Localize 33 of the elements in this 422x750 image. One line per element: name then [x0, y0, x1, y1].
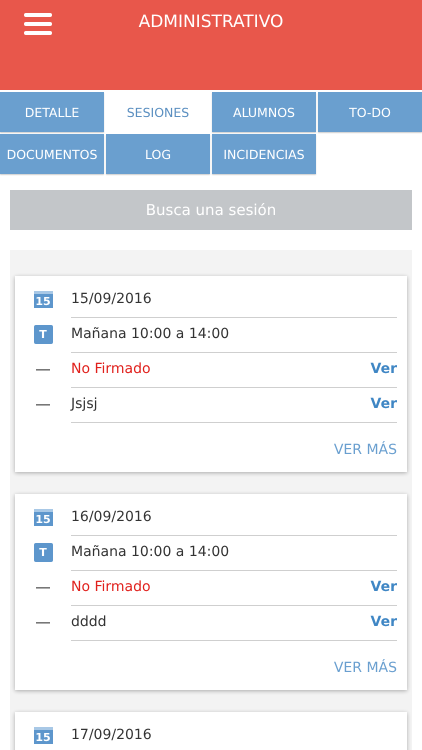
- see-more-link[interactable]: VER MÁS: [334, 660, 397, 676]
- session-time: Mañana 10:00 a 14:00: [71, 534, 397, 570]
- calendar-icon: 15: [34, 509, 52, 526]
- note-text: Jsjsj: [71, 396, 98, 412]
- time-icon: T: [34, 543, 52, 562]
- session-time: Mañana 10:00 a 14:00: [71, 316, 397, 352]
- view-link[interactable]: Ver: [370, 579, 397, 595]
- header-title: ADMINISTRATIVO: [138, 12, 284, 34]
- search-field[interactable]: Busca una sesión: [10, 190, 412, 230]
- tab[interactable]: LOG: [106, 134, 210, 174]
- menu-icon[interactable]: [24, 13, 52, 35]
- session-date: 15/09/2016: [71, 282, 397, 318]
- tab[interactable]: TO-DO: [318, 92, 422, 132]
- time-icon: T: [34, 325, 52, 344]
- view-link[interactable]: Ver: [370, 614, 397, 630]
- calendar-icon: 15: [34, 291, 52, 308]
- dash-icon: [36, 622, 50, 624]
- status-text: No Firmado: [71, 579, 151, 595]
- tab[interactable]: DETALLE: [0, 92, 104, 132]
- tab[interactable]: DOCUMENTOS: [0, 134, 104, 174]
- tab[interactable]: ALUMNOS: [212, 92, 316, 132]
- dash-icon: [36, 586, 50, 588]
- session-date: 17/09/2016: [71, 718, 397, 750]
- status-text: No Firmado: [71, 361, 151, 377]
- view-link[interactable]: Ver: [370, 361, 397, 377]
- note-text: dddd: [71, 614, 107, 630]
- dash-icon: [36, 368, 50, 370]
- dash-icon: [36, 404, 50, 406]
- calendar-icon: 15: [34, 727, 52, 744]
- view-link[interactable]: Ver: [370, 396, 397, 412]
- see-more-link[interactable]: VER MÁS: [334, 442, 397, 458]
- session-date: 16/09/2016: [71, 500, 397, 536]
- tab[interactable]: INCIDENCIAS: [212, 134, 316, 174]
